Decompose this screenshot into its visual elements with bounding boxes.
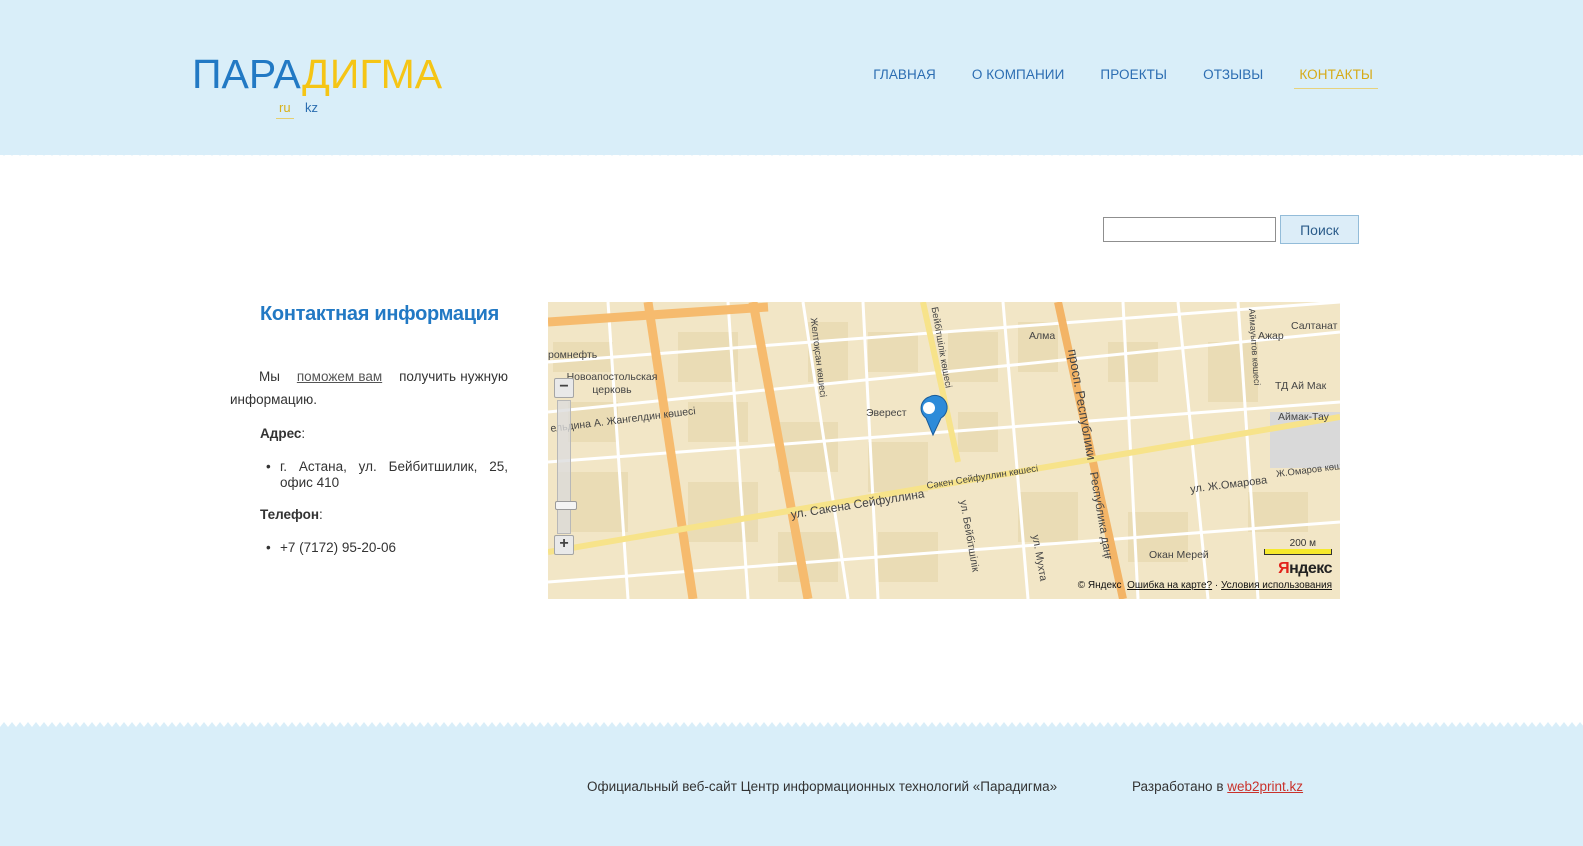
- nav-home[interactable]: ГЛАВНАЯ: [868, 67, 941, 89]
- contact-title: Контактная информация: [260, 303, 500, 325]
- zoom-out-button[interactable]: −: [554, 378, 574, 398]
- nav-projects[interactable]: ПРОЕКТЫ: [1095, 67, 1172, 89]
- yandex-map[interactable]: ромнефть Новоапостольская церковь ельдин…: [548, 302, 1340, 599]
- lang-ru-link[interactable]: ru: [276, 100, 294, 119]
- help-link[interactable]: поможем вам: [297, 369, 382, 384]
- address-value: г. Астана, ул. Бейбитшилик, 25, офис 410: [266, 459, 508, 491]
- phone-list: +7 (7172) 95-20-06: [266, 540, 508, 556]
- address-list: г. Астана, ул. Бейбитшилик, 25, офис 410: [266, 459, 508, 491]
- footer-official-text: Официальный веб-сайт Центр информационны…: [587, 779, 1058, 794]
- map-label-aimak-tau: Аймак-Тау: [1278, 411, 1329, 423]
- yandex-logo[interactable]: Яндекс: [1278, 560, 1332, 578]
- header-zigzag-divider: [0, 151, 1583, 159]
- map-scale-bar: [1264, 549, 1332, 555]
- map-label-everest: Эверест: [866, 407, 907, 419]
- zoom-slider-handle[interactable]: [555, 501, 577, 510]
- contact-intro: Мы поможем вам получить нужную информаци…: [230, 365, 508, 411]
- nav-about[interactable]: О КОМПАНИИ: [967, 67, 1070, 89]
- map-label-azhar: Ажар: [1258, 330, 1284, 342]
- logo-part-2: ДИГМА: [302, 51, 443, 97]
- map-label-church: Новоапостольская церковь: [566, 371, 658, 396]
- map-zoom-control: − +: [554, 378, 577, 556]
- search-input[interactable]: [1103, 217, 1276, 242]
- map-copy-text: © Яндекс: [1077, 580, 1122, 591]
- zoom-in-button[interactable]: +: [554, 535, 574, 555]
- phone-value: +7 (7172) 95-20-06: [266, 540, 508, 556]
- map-label-saltanat: Салтанат: [1291, 320, 1338, 332]
- address-label: Адрес:: [260, 426, 306, 441]
- zoom-slider-track[interactable]: [557, 400, 571, 534]
- map-label-kaz-neft: ромнефть: [548, 349, 598, 361]
- map-error-link[interactable]: Ошибка на карте?: [1127, 580, 1212, 591]
- footer-developer: Разработано в web2print.kz: [1132, 779, 1304, 794]
- map-scale-label: 200 м: [1289, 538, 1316, 549]
- logo-part-1: ПАРА: [192, 51, 303, 97]
- map-terms-link[interactable]: Условия использования: [1221, 580, 1332, 591]
- map-label-okan: Окан Мерей: [1149, 549, 1209, 561]
- developer-link[interactable]: web2print.kz: [1227, 779, 1303, 794]
- main-nav: ГЛАВНАЯ О КОМПАНИИ ПРОЕКТЫ ОТЗЫВЫ КОНТАК…: [842, 67, 1378, 89]
- search-button[interactable]: Поиск: [1280, 215, 1359, 244]
- map-label-alma: Алма: [1029, 330, 1056, 342]
- nav-contacts[interactable]: КОНТАКТЫ: [1294, 67, 1378, 89]
- lang-kz-link[interactable]: kz: [305, 100, 318, 116]
- map-label-td-ai-mak: ТД Ай Мак: [1275, 380, 1327, 392]
- site-logo[interactable]: ПАРАДИГМА: [192, 52, 442, 96]
- footer-zigzag-divider: [0, 719, 1583, 727]
- map-copyright: © Яндекс Ошибка на карте? · Условия испо…: [1077, 580, 1332, 591]
- nav-reviews[interactable]: ОТЗЫВЫ: [1198, 67, 1268, 89]
- site-header: ПАРАДИГМА ru kz ГЛАВНАЯ О КОМПАНИИ ПРОЕК…: [0, 0, 1583, 155]
- phone-label: Телефон:: [260, 507, 323, 522]
- intro-before: Мы: [259, 369, 280, 384]
- site-footer: Официальный веб-сайт Центр информационны…: [0, 727, 1583, 846]
